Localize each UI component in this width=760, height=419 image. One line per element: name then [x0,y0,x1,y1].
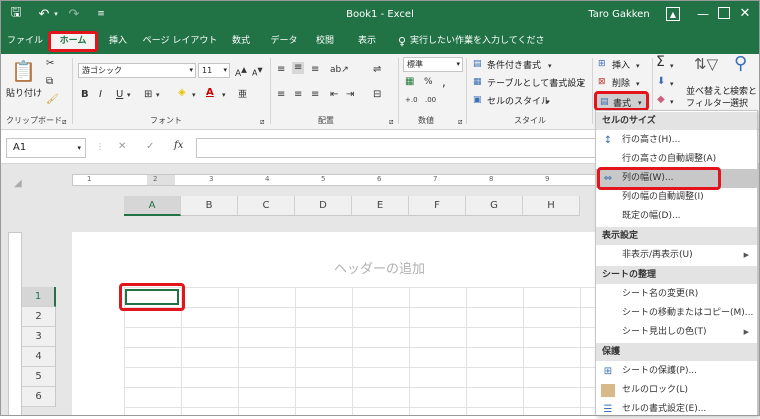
window-frame [0,0,760,416]
